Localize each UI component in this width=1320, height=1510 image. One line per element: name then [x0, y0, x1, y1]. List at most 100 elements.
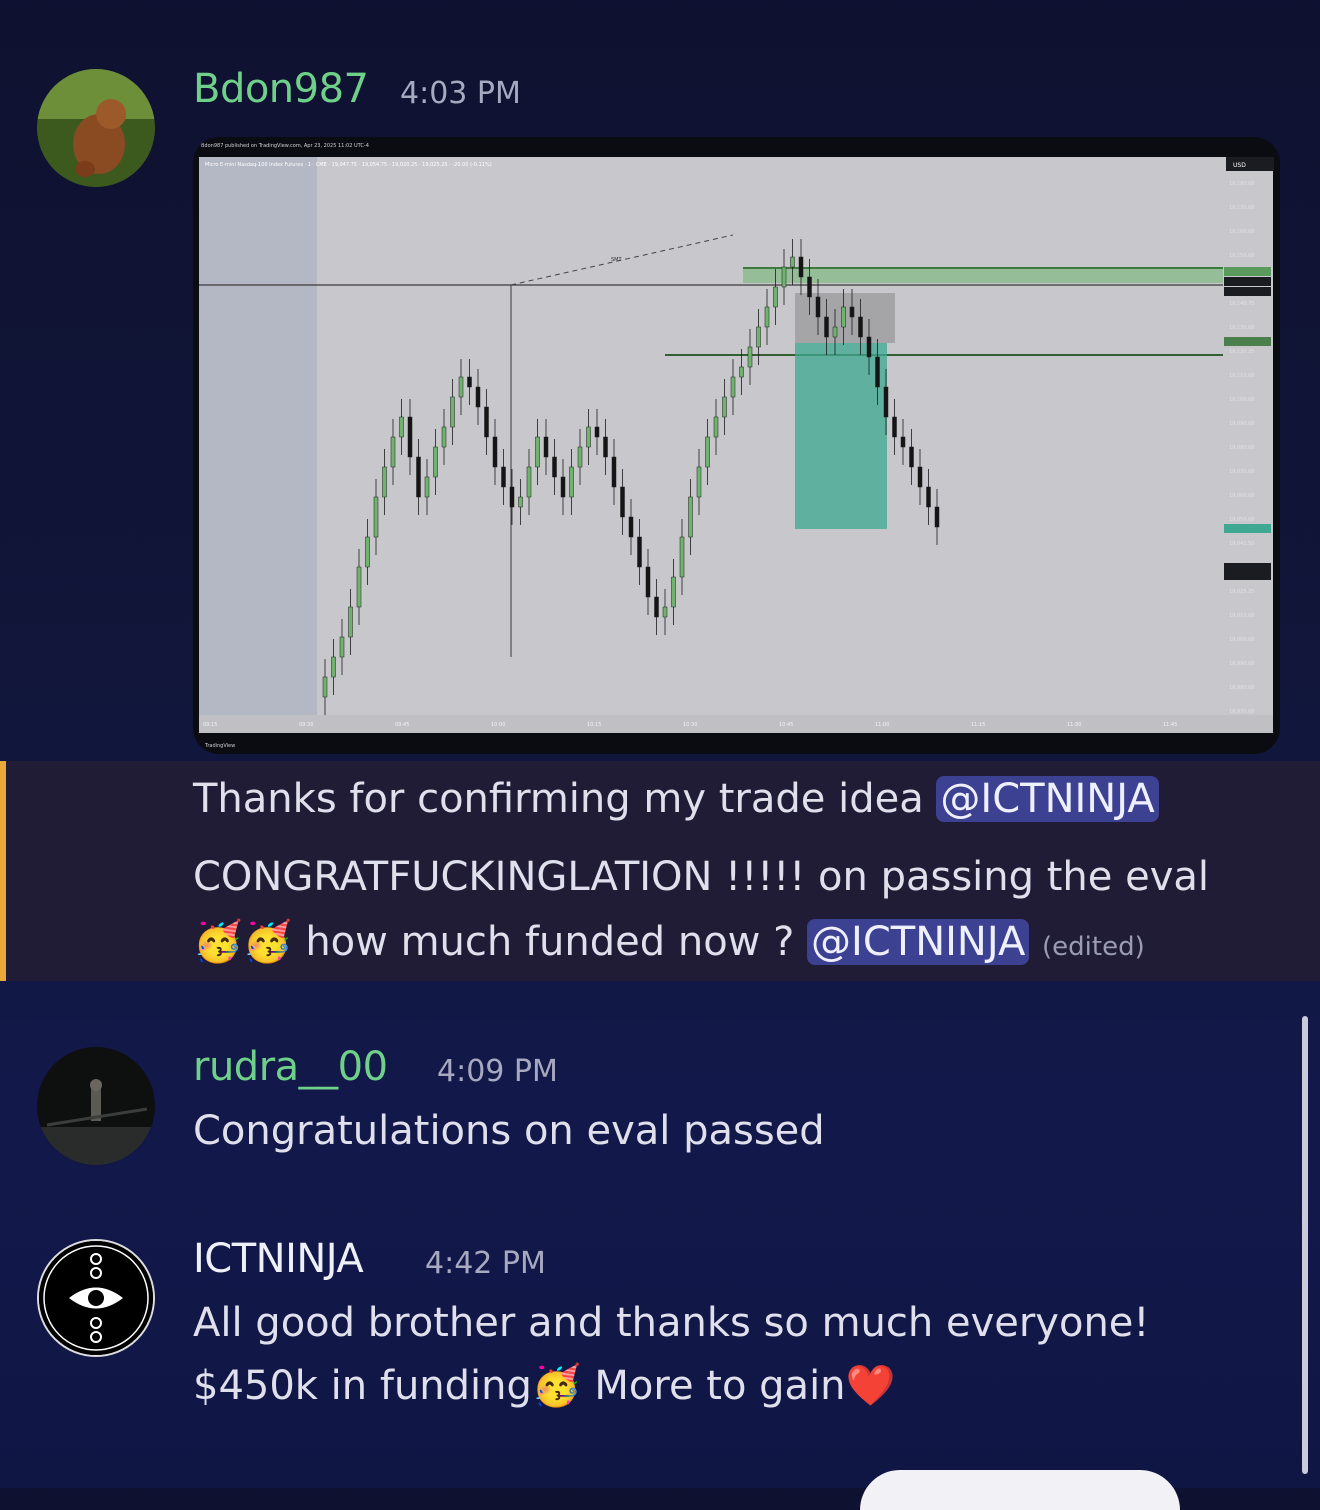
candle	[416, 456, 421, 498]
candle	[518, 496, 523, 508]
candle	[390, 436, 396, 468]
avatar-rudra[interactable]	[37, 1047, 155, 1165]
candle	[730, 376, 736, 398]
candle	[909, 446, 914, 468]
message-text: Congratulations on eval passed	[193, 1108, 825, 1154]
candle	[807, 276, 812, 298]
candle	[526, 466, 532, 498]
candle	[798, 256, 804, 278]
y-tick-label: 19,160.00	[1229, 229, 1254, 235]
candle	[373, 496, 379, 538]
y-tick-label: 19,050.00	[1229, 517, 1254, 523]
y-tick-label: 19,060.00	[1229, 493, 1254, 499]
candle	[450, 396, 455, 428]
author-name[interactable]: Bdon987	[193, 66, 369, 112]
candle	[688, 496, 693, 538]
candle	[569, 466, 574, 498]
message-text: $450k in funding	[193, 1363, 532, 1409]
y-tick-label: 18,980.00	[1229, 685, 1254, 691]
candle	[594, 426, 600, 438]
candle	[824, 316, 829, 338]
chart-header-1: Bdon987 published on TradingView.com, Ap…	[201, 143, 369, 149]
candle	[577, 446, 583, 468]
candle	[628, 516, 634, 538]
candle	[543, 436, 549, 458]
y-tick-label: 19,090.00	[1229, 421, 1254, 427]
candle	[433, 446, 438, 478]
message-text: Thanks for confirming my trade idea	[193, 776, 937, 822]
y-tick-label: 19,070.00	[1229, 469, 1254, 475]
candle	[484, 406, 489, 438]
partying-face-emoji[interactable]: 🥳	[532, 1362, 582, 1409]
y-tick-label: 19,180.00	[1229, 181, 1254, 187]
candle	[399, 416, 404, 438]
candle	[705, 436, 710, 468]
x-tick-label: 10:30	[683, 722, 697, 728]
candle	[815, 296, 821, 318]
candle	[883, 386, 889, 418]
candle	[424, 476, 430, 498]
candle	[467, 376, 472, 388]
candle	[611, 456, 617, 488]
x-tick-label: 10:15	[587, 722, 601, 728]
y-tick-label: 19,000.00	[1229, 637, 1254, 643]
partying-face-emoji[interactable]: 🥳🥳	[193, 918, 293, 965]
candle	[832, 326, 838, 338]
candle	[331, 656, 336, 678]
y-tick-label: 18,990.00	[1229, 661, 1254, 667]
author-name[interactable]: ICTNINJA	[193, 1236, 364, 1282]
candle	[339, 636, 345, 658]
candle	[696, 466, 702, 498]
chart-attachment[interactable]: Bdon987 published on TradingView.com, Ap…	[193, 137, 1280, 754]
y-tick-label: 19,010.00	[1229, 613, 1254, 619]
candle	[739, 366, 744, 378]
message-line: Thanks for confirming my trade idea @ICT…	[193, 776, 1159, 822]
candle	[645, 566, 651, 598]
y-tick-label: 18,970.00	[1229, 709, 1254, 715]
timestamp: 4:03 PM	[400, 76, 521, 111]
candle	[849, 306, 855, 318]
x-tick-label: 11:45	[1163, 722, 1177, 728]
candle	[475, 386, 481, 408]
candle	[552, 456, 557, 478]
candle	[858, 316, 863, 338]
candle	[560, 476, 566, 498]
candle	[875, 356, 880, 388]
avatar-ictninja[interactable]	[37, 1239, 155, 1357]
mention-ictninja[interactable]: @ICTNINJA	[807, 919, 1030, 965]
candle	[637, 536, 642, 568]
x-tick-label: 11:00	[875, 722, 889, 728]
candle	[603, 436, 608, 458]
candle	[747, 346, 753, 368]
mention-highlight-bar	[0, 761, 6, 981]
y-tick-label: 19,100.00	[1229, 397, 1254, 403]
chart-footer: TradingView	[204, 743, 235, 749]
mention-ictninja[interactable]: @ICTNINJA	[936, 776, 1159, 822]
candle	[407, 416, 413, 458]
x-tick-label: 09:30	[299, 722, 313, 728]
scrollbar[interactable]	[1302, 1016, 1308, 1474]
message-line: CONGRATFUCKINGLATION !!!!! on passing th…	[193, 854, 1210, 900]
candle	[671, 576, 676, 608]
candle	[917, 466, 923, 488]
candle	[492, 436, 498, 468]
jump-to-present-pill[interactable]	[860, 1470, 1180, 1510]
x-tick-label: 11:30	[1067, 722, 1081, 728]
currency-label: USD	[1233, 162, 1246, 169]
avatar-bdon987[interactable]	[37, 69, 155, 187]
candle	[773, 286, 778, 308]
timestamp: 4:42 PM	[425, 1246, 546, 1281]
heart-emoji[interactable]: ❤️	[846, 1362, 896, 1409]
candle	[322, 676, 328, 698]
candle	[781, 266, 787, 288]
timestamp: 4:09 PM	[437, 1054, 558, 1089]
y-tick-label: 19,120.25	[1229, 349, 1254, 355]
candle	[892, 416, 897, 438]
author-name[interactable]: rudra__00	[193, 1044, 388, 1090]
y-tick-label: 19,110.00	[1229, 373, 1254, 379]
candle	[722, 396, 727, 418]
candle	[365, 536, 370, 568]
y-tick-label: 19,170.00	[1229, 205, 1254, 211]
candle	[900, 436, 906, 448]
y-tick-label: 19,080.00	[1229, 445, 1254, 451]
